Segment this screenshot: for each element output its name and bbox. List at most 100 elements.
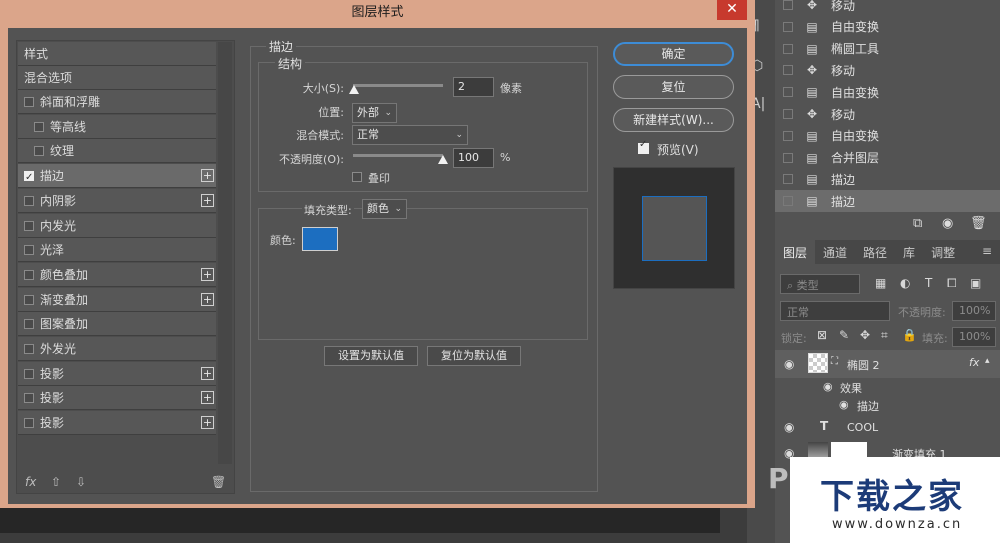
size-slider-track[interactable] [353,84,443,87]
set-default-button[interactable]: 设置为默认值 [324,346,418,366]
lock-transparent-icon[interactable]: ⊠ [817,328,827,342]
color-swatch[interactable] [302,227,338,251]
size-input[interactable]: 2 [453,77,494,97]
new-document-from-state-icon[interactable]: ⧉ [913,216,922,231]
blend-options-item[interactable]: 混合选项 [18,66,216,90]
blend-mode-select[interactable]: 正常 [780,301,890,321]
reset-default-button[interactable]: 复位为默认值 [427,346,521,366]
style-list-header[interactable]: 样式 [18,42,216,66]
style-item[interactable]: 外发光 [18,337,216,361]
lock-all-icon[interactable]: 🔒 [902,328,917,342]
opacity-slider-thumb[interactable] [438,155,448,164]
tab-adjustments[interactable]: 调整 [923,240,963,264]
style-item-checkbox[interactable] [24,393,34,404]
delete-effect-icon[interactable]: 🗑 [211,475,226,489]
fx-indicator[interactable]: fx [969,356,979,369]
filter-pixel-icon[interactable]: ▦ [875,276,886,290]
blend-mode-select[interactable]: 正常 ⌄ [352,125,468,145]
close-button[interactable]: ✕ [717,0,747,20]
layer-row-ellipse[interactable]: ◉ ⛶ 椭圆 2 fx ▴ [775,350,1000,378]
style-list-scrollbar[interactable] [218,42,232,464]
style-item-checkbox[interactable] [24,166,34,190]
position-select[interactable]: 外部 ⌄ [352,103,397,123]
filter-smart-object-icon[interactable]: ▣ [970,276,981,290]
lock-pixels-icon[interactable]: ✎ [839,328,849,342]
style-item[interactable]: 纹理 [18,139,216,164]
style-item-checkbox[interactable] [34,146,44,157]
new-style-button[interactable]: 新建样式(W)... [613,108,734,132]
lock-position-icon[interactable]: ✥ [860,328,870,342]
collapse-effects-icon[interactable]: ▴ [985,356,990,366]
camera-icon[interactable]: ◉ [942,216,953,231]
fill-type-select[interactable]: 颜色 ⌄ [362,199,407,219]
style-item-checkbox[interactable] [24,344,34,354]
history-state[interactable]: ▤ 自由变换 [775,125,1000,147]
tab-paths[interactable]: 路径 [855,240,895,264]
history-snapshot-checkbox[interactable] [783,152,793,163]
effects-eye-icon[interactable]: ◉ [823,380,833,393]
reset-button[interactable]: 复位 [613,75,734,99]
stroke-eye-icon[interactable]: ◉ [839,398,849,411]
history-snapshot-checkbox[interactable] [783,109,793,119]
style-item-checkbox[interactable] [24,368,34,379]
style-item-checkbox[interactable] [24,220,34,231]
add-effect-icon[interactable]: + [201,193,214,207]
history-state[interactable]: ▤ 描边 [775,168,1000,190]
history-snapshot-checkbox[interactable] [783,130,793,141]
style-item[interactable]: 投影 + [18,411,216,436]
style-item[interactable]: 内阴影 + [18,188,216,213]
style-item-checkbox[interactable] [24,195,34,206]
tab-channels[interactable]: 通道 [815,240,855,264]
style-item[interactable]: 光泽 [18,238,216,263]
overprint-checkbox[interactable] [352,172,362,182]
opacity-input[interactable]: 100 [453,148,494,168]
history-state[interactable]: ▤ 合并图层 [775,147,1000,169]
history-snapshot-checkbox[interactable] [783,65,793,76]
style-item-checkbox[interactable] [24,319,34,330]
history-snapshot-checkbox[interactable] [783,21,793,32]
style-item-checkbox[interactable] [24,269,34,280]
history-snapshot-checkbox[interactable] [783,174,793,185]
add-effect-icon[interactable]: + [201,366,214,380]
history-state[interactable]: ▤ 自由变换 [775,16,1000,38]
style-item[interactable]: 图案叠加 [18,312,216,337]
panel-menu-icon[interactable]: ≡ [974,240,1000,264]
opacity-field[interactable]: 100% [952,301,996,321]
ok-button[interactable]: 确定 [613,42,734,66]
history-state[interactable]: ▤ 描边 [775,190,1000,213]
style-item[interactable]: 投影 + [18,361,216,386]
eye-icon[interactable]: ◉ [784,357,794,371]
style-item[interactable]: 投影 + [18,386,216,411]
layer-name-ellipse[interactable]: 椭圆 2 [847,357,880,373]
style-item-checkbox[interactable] [34,121,44,132]
style-item-checkbox[interactable] [24,418,34,429]
size-slider-thumb[interactable] [348,85,359,94]
history-state[interactable]: ✥ 移动 [775,0,1000,16]
move-down-icon[interactable]: ⇩ [76,475,86,489]
layer-row-text[interactable]: ◉ T COOL [775,416,1000,438]
move-up-icon[interactable]: ⇧ [51,475,61,489]
history-snapshot-checkbox[interactable] [783,43,793,54]
add-effect-icon[interactable]: + [201,267,214,281]
history-snapshot-checkbox[interactable] [783,0,793,10]
filter-type-icon[interactable]: T [925,276,932,290]
opacity-slider-track[interactable] [353,154,443,157]
style-item[interactable]: 斜面和浮雕 [18,90,216,114]
fx-menu-icon[interactable]: fx [25,475,36,489]
filter-shape-icon[interactable]: ⧠ [947,276,957,291]
fill-field[interactable]: 100% [952,327,996,347]
lock-artboard-icon[interactable]: ⌗ [881,328,888,343]
history-state[interactable]: ✥ 移动 [775,103,1000,125]
style-item[interactable]: 颜色叠加 + [18,262,216,287]
history-snapshot-checkbox[interactable] [783,87,793,98]
trash-icon[interactable]: 🗑 [970,216,987,231]
preview-checkbox[interactable] [638,139,649,154]
tab-libraries[interactable]: 库 [895,240,923,264]
add-effect-icon[interactable]: + [201,169,214,183]
history-snapshot-checkbox[interactable] [783,196,793,207]
style-item-checkbox[interactable] [24,97,34,107]
style-item[interactable]: 渐变叠加 + [18,287,216,312]
add-effect-icon[interactable]: + [201,416,214,430]
style-item[interactable]: 描边 + [18,164,216,190]
add-effect-icon[interactable]: + [201,391,214,405]
